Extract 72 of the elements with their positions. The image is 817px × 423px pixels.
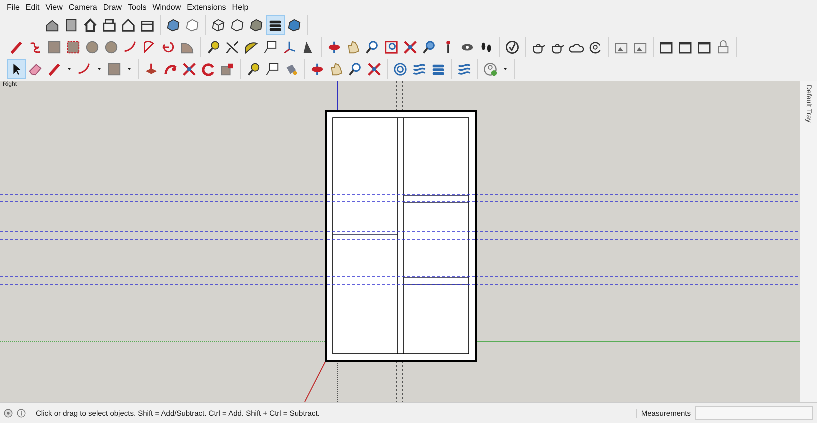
- pencil-icon: [47, 62, 62, 76]
- window-icon: [659, 40, 674, 54]
- menu-item[interactable]: Extensions: [184, 2, 230, 12]
- pie-icon: [142, 40, 157, 54]
- push-pull-icon: [144, 62, 159, 76]
- house-3d-icon: [45, 18, 60, 32]
- measurements-field[interactable]: [695, 406, 813, 420]
- info-icon[interactable]: [17, 408, 26, 418]
- dimension-icon: [225, 40, 240, 54]
- lock-icon: [716, 40, 731, 54]
- rotate-icon: [201, 62, 216, 76]
- square-icon: [47, 40, 62, 54]
- menu-item[interactable]: Tools: [125, 2, 150, 12]
- menu-item[interactable]: Window: [150, 2, 184, 12]
- cabinet-icon: [64, 18, 79, 32]
- text-tag-icon: [265, 62, 280, 76]
- cube-outline-icon: [185, 18, 200, 32]
- axis-line: [304, 360, 326, 402]
- sandbox-icon: [412, 62, 427, 76]
- window-icon: [697, 40, 712, 54]
- zoom-window-icon: [384, 40, 399, 54]
- caret-icon: [96, 65, 103, 73]
- magnifier-icon: [348, 62, 363, 76]
- text-tag-icon: [263, 40, 278, 54]
- window-icon: [678, 40, 693, 54]
- menu-item[interactable]: Draw: [100, 2, 126, 12]
- protractor-icon: [244, 40, 259, 54]
- caret-icon: [66, 65, 73, 73]
- caret-icon: [502, 65, 509, 73]
- cross-arrows-icon: [367, 62, 382, 76]
- user-icon: [483, 62, 498, 76]
- arc-icon: [77, 62, 92, 76]
- toolbar-button[interactable]: [7, 59, 26, 79]
- axes-icon: [282, 40, 297, 54]
- hand-icon: [329, 62, 344, 76]
- eraser-icon: [28, 62, 43, 76]
- menu-item[interactable]: Edit: [22, 2, 43, 12]
- hexagon-icon: [230, 18, 245, 32]
- cross-arrows-icon: [182, 62, 197, 76]
- magnifier-filled-icon: [422, 40, 437, 54]
- arc-icon: [123, 40, 138, 54]
- cube-solid-icon: [249, 18, 264, 32]
- checkmark-icon: [505, 40, 520, 54]
- pencil-icon: [9, 40, 24, 54]
- disc-icon: [85, 40, 100, 54]
- hand-icon: [346, 40, 361, 54]
- toolbar-button[interactable]: [266, 15, 285, 35]
- arc-arrow-icon: [161, 40, 176, 54]
- tape-measure-icon: [206, 40, 221, 54]
- menu-item[interactable]: View: [42, 2, 66, 12]
- menu-item[interactable]: Camera: [66, 2, 100, 12]
- house-outline-icon: [121, 18, 136, 32]
- orbit-icon: [327, 40, 342, 54]
- box-top-icon: [102, 18, 117, 32]
- cube-shaded-icon: [166, 18, 181, 32]
- cube-wire-icon: [211, 18, 226, 32]
- freehand-icon: [28, 40, 43, 54]
- caret-icon: [126, 65, 133, 73]
- scale-icon: [220, 62, 235, 76]
- sandbox-icon: [457, 62, 472, 76]
- target-icon: [393, 62, 408, 76]
- cube-textured-icon: [287, 18, 302, 32]
- disc-icon: [104, 40, 119, 54]
- house-icon: [83, 18, 98, 32]
- cross-arrows-icon: [403, 40, 418, 54]
- magnifier-icon: [365, 40, 380, 54]
- square-icon: [107, 62, 122, 76]
- orbit-icon: [310, 62, 325, 76]
- square-dotted-icon: [66, 40, 81, 54]
- menu-item[interactable]: File: [4, 2, 23, 12]
- menu-item[interactable]: Help: [229, 2, 252, 12]
- tape-measure-icon: [246, 62, 261, 76]
